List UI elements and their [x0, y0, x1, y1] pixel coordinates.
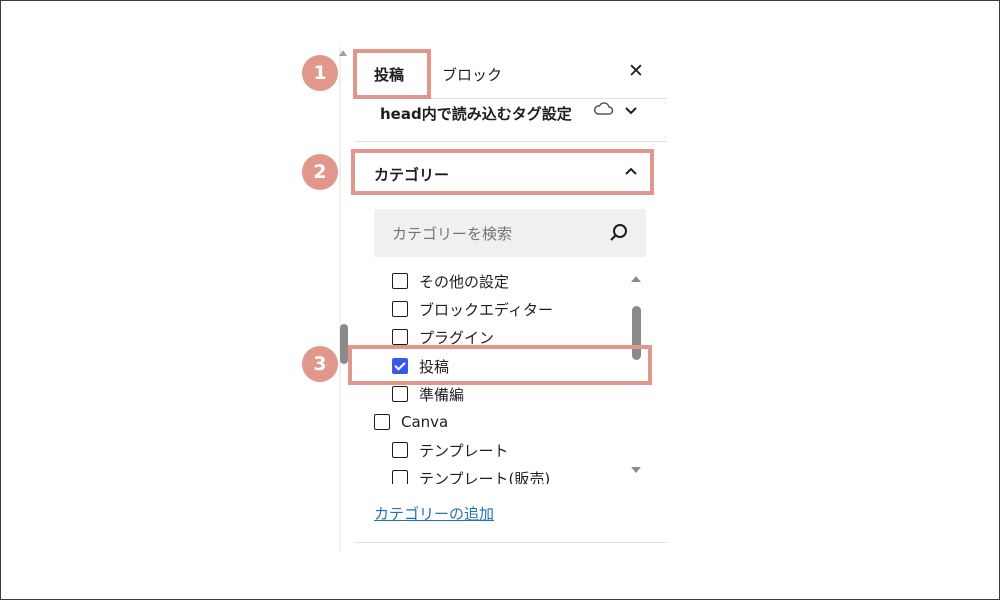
- checkbox[interactable]: [392, 329, 408, 345]
- close-icon[interactable]: ✕: [627, 62, 645, 81]
- checkbox[interactable]: [392, 386, 408, 402]
- annotation-highlight-2: [351, 149, 654, 195]
- category-label: 準備編: [419, 385, 465, 404]
- outer-scrollbar-thumb[interactable]: [340, 324, 348, 364]
- category-item[interactable]: テンプレート(販売): [392, 467, 550, 484]
- category-item[interactable]: その他の設定: [392, 270, 509, 292]
- outer-scroll-up-arrow[interactable]: [339, 50, 347, 56]
- checkbox[interactable]: [374, 414, 390, 430]
- step-badge-3: 3: [302, 346, 338, 382]
- category-item[interactable]: Canva: [374, 411, 448, 433]
- section-divider: [355, 141, 667, 142]
- annotation-highlight-3: [348, 345, 652, 385]
- add-category-link[interactable]: カテゴリーの追加: [374, 503, 494, 524]
- checkbox[interactable]: [392, 301, 408, 317]
- search-placeholder: カテゴリーを検索: [392, 225, 513, 243]
- category-label: Canva: [401, 413, 449, 431]
- list-scroll-down-arrow[interactable]: [631, 467, 641, 473]
- sidebar-edge: [339, 47, 341, 551]
- tab-block[interactable]: ブロック: [442, 64, 502, 85]
- head-tags-panel-title[interactable]: head内で読み込むタグ設定: [380, 103, 572, 124]
- step-badge-1: 1: [302, 55, 338, 91]
- category-label: ブロックエディター: [419, 300, 553, 319]
- cloud-icon: [594, 102, 614, 115]
- annotation-highlight-1: [353, 49, 431, 99]
- chevron-down-icon[interactable]: [622, 103, 640, 117]
- category-label: その他の設定: [419, 272, 510, 291]
- category-item[interactable]: ブロックエディター: [392, 298, 553, 320]
- category-item[interactable]: 準備編: [392, 383, 464, 405]
- checkbox[interactable]: [392, 470, 408, 484]
- category-label: テンプレート: [419, 441, 509, 460]
- checkbox[interactable]: [392, 442, 408, 458]
- search-icon: [610, 224, 627, 241]
- category-item[interactable]: テンプレート: [392, 439, 509, 461]
- list-scroll-up-arrow[interactable]: [631, 276, 641, 282]
- category-search-input[interactable]: カテゴリーを検索: [374, 209, 646, 257]
- category-label: テンプレート(販売): [419, 469, 551, 485]
- checkbox[interactable]: [392, 273, 408, 289]
- step-badge-2: 2: [302, 154, 338, 190]
- section-divider: [355, 542, 667, 543]
